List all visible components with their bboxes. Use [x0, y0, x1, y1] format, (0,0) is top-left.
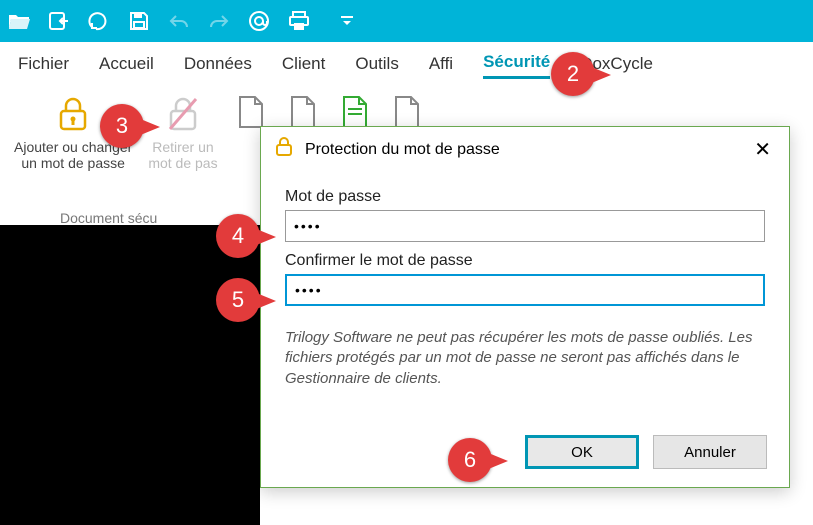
- confirm-password-input[interactable]: [285, 274, 765, 306]
- lock-remove-icon: [166, 95, 200, 136]
- undo-icon: [168, 10, 190, 32]
- lock-icon: [275, 137, 293, 162]
- password-label: Mot de passe: [285, 188, 765, 206]
- email-icon[interactable]: [248, 10, 270, 32]
- carry-forward-icon[interactable]: [88, 10, 110, 32]
- ribbon-group-caption: Document sécu: [60, 210, 157, 226]
- redo-icon: [208, 10, 230, 32]
- lock-icon: [56, 95, 90, 136]
- document-background: [0, 225, 260, 525]
- dialog-header: Protection du mot de passe ✕: [261, 127, 789, 172]
- warning-text: Trilogy Software ne peut pas récupérer l…: [285, 328, 765, 389]
- ribbon-label: mot de pas: [148, 155, 217, 171]
- close-icon[interactable]: ✕: [750, 137, 775, 162]
- password-input[interactable]: [285, 210, 765, 242]
- folder-open-icon[interactable]: [8, 10, 30, 32]
- menu-donnees[interactable]: Données: [184, 54, 252, 78]
- menu-outils[interactable]: Outils: [355, 54, 398, 78]
- ok-button[interactable]: OK: [525, 435, 639, 469]
- dialog-title: Protection du mot de passe: [305, 141, 738, 159]
- ribbon-label: Ajouter ou changer: [14, 139, 132, 155]
- ribbon-remove-password: Retirer un mot de pas: [140, 93, 225, 217]
- menu-bar: Fichier Accueil Données Client Outils Af…: [0, 42, 813, 87]
- menu-client[interactable]: Client: [282, 54, 325, 78]
- menu-fichier[interactable]: Fichier: [18, 54, 69, 78]
- customize-toolbar-icon[interactable]: [336, 10, 358, 32]
- ribbon-add-change-password[interactable]: Ajouter ou changer un mot de passe: [6, 93, 140, 217]
- print-icon[interactable]: [288, 10, 310, 32]
- ribbon-label: un mot de passe: [14, 155, 132, 171]
- ribbon-label: Retirer un: [148, 139, 217, 155]
- confirm-password-label: Confirmer le mot de passe: [285, 252, 765, 270]
- cancel-button[interactable]: Annuler: [653, 435, 767, 469]
- menu-doxcycle[interactable]: DoxCycle: [580, 54, 653, 78]
- quick-access-toolbar: [0, 0, 813, 42]
- import-icon[interactable]: [48, 10, 70, 32]
- menu-affichage[interactable]: Affi: [429, 54, 453, 78]
- save-icon[interactable]: [128, 10, 150, 32]
- menu-accueil[interactable]: Accueil: [99, 54, 154, 78]
- password-protection-dialog: Protection du mot de passe ✕ Mot de pass…: [260, 126, 790, 488]
- menu-securite[interactable]: Sécurité: [483, 52, 550, 79]
